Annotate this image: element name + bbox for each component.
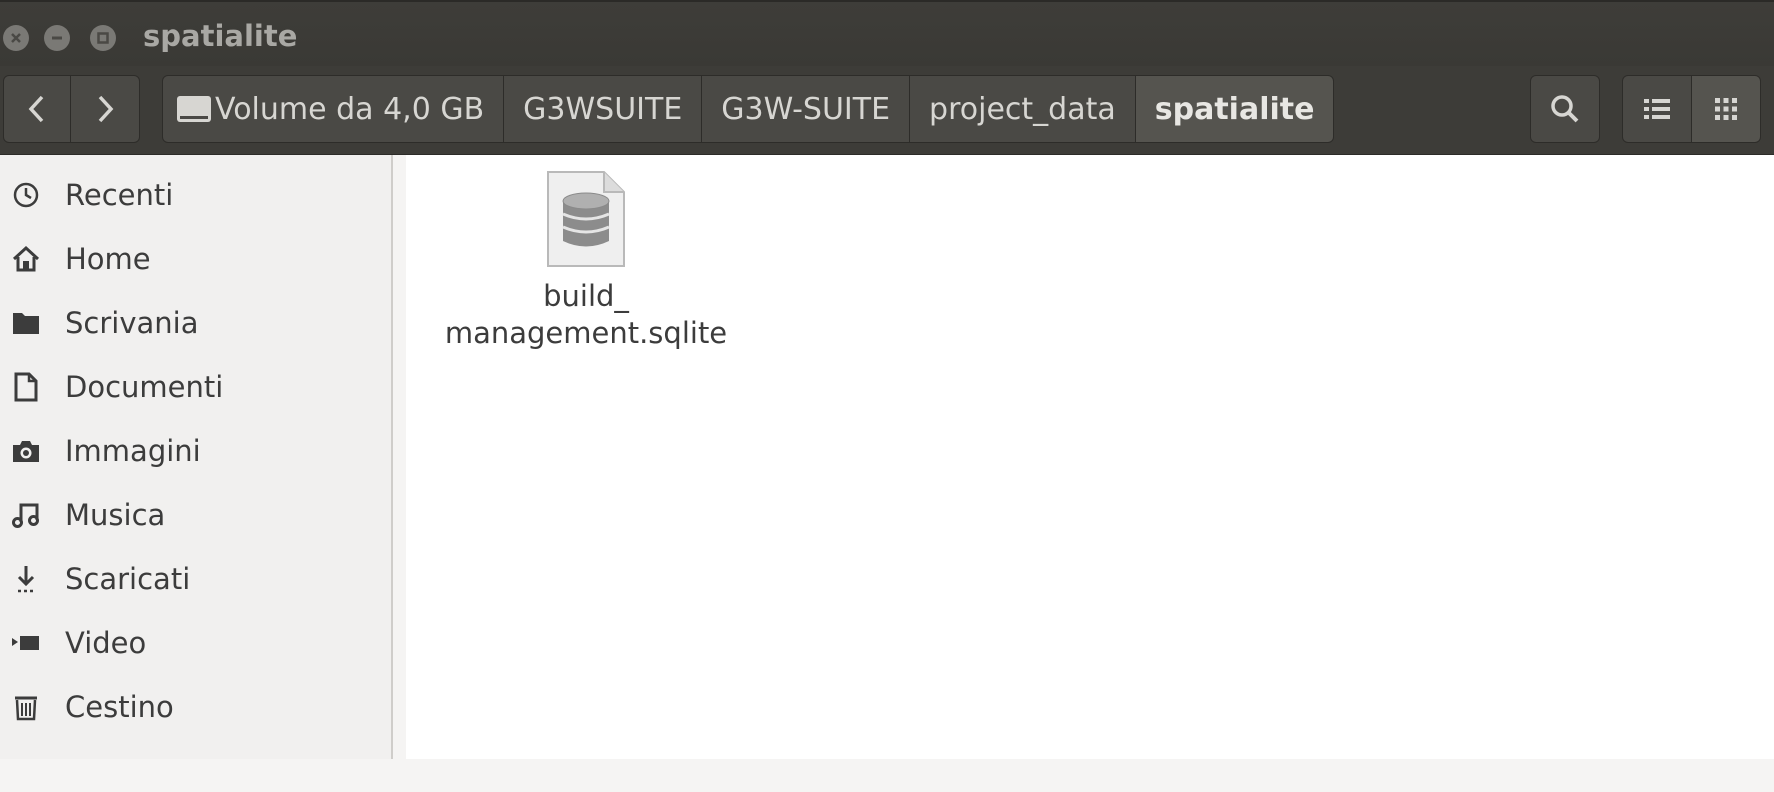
- breadcrumb-g3w-suite[interactable]: G3W-SUITE: [702, 75, 911, 143]
- sidebar-item-label: Cestino: [65, 690, 174, 724]
- breadcrumb-spatialite[interactable]: spatialite: [1135, 75, 1335, 143]
- close-icon: [11, 33, 21, 43]
- sidebar-item-label: Scrivania: [65, 306, 199, 340]
- breadcrumb-label: project_data: [929, 91, 1116, 127]
- breadcrumb-label: G3W-SUITE: [721, 91, 891, 127]
- sidebar-item-musica[interactable]: Musica: [0, 483, 391, 547]
- grid-view-button[interactable]: [1691, 75, 1761, 143]
- camera-icon: [10, 435, 42, 467]
- title-bar: spatialite: [0, 0, 1774, 66]
- search-button[interactable]: [1530, 75, 1600, 143]
- music-icon: [10, 499, 42, 531]
- sidebar-item-scrivania[interactable]: Scrivania: [0, 291, 391, 355]
- breadcrumb-label: spatialite: [1154, 91, 1315, 127]
- back-button[interactable]: [3, 75, 71, 143]
- breadcrumb-project-data[interactable]: project_data: [910, 75, 1136, 143]
- sidebar-item-label: Video: [65, 626, 147, 660]
- minimize-icon: [52, 36, 62, 40]
- search-icon: [1551, 95, 1579, 123]
- breadcrumb: Volume da 4,0 GB G3WSUITE G3W-SUITE proj…: [162, 75, 1335, 143]
- sidebar-item-label: Home: [65, 242, 151, 276]
- home-icon: [10, 243, 42, 275]
- sidebar-item-video[interactable]: Video: [0, 611, 391, 675]
- download-icon: [10, 563, 42, 595]
- sidebar-item-cestino[interactable]: Cestino: [0, 675, 391, 739]
- folder-icon: [10, 307, 42, 339]
- list-view-button[interactable]: [1622, 75, 1692, 143]
- close-window-button[interactable]: [3, 25, 29, 51]
- grid-icon: [1715, 98, 1737, 120]
- file-manager-window: spatialite Volume da 4,0 GB G3WSUITE G3W…: [0, 0, 1774, 792]
- maximize-window-button[interactable]: [90, 25, 116, 51]
- sidebar-item-immagini[interactable]: Immagini: [0, 419, 391, 483]
- video-icon: [10, 627, 42, 659]
- breadcrumb-g3wsuite[interactable]: G3WSUITE: [504, 75, 703, 143]
- chevron-left-icon: [28, 95, 44, 123]
- clock-icon: [10, 179, 42, 211]
- sidebar-item-home[interactable]: Home: [0, 227, 391, 291]
- sidebar-item-label: Recenti: [65, 178, 174, 212]
- breadcrumb-label: Volume da 4,0 GB: [215, 91, 485, 127]
- sidebar-item-label: Documenti: [65, 370, 224, 404]
- list-icon: [1644, 99, 1670, 119]
- forward-button[interactable]: [70, 75, 140, 143]
- minimize-window-button[interactable]: [44, 25, 70, 51]
- sidebar-item-recenti[interactable]: Recenti: [0, 163, 391, 227]
- maximize-icon: [97, 32, 109, 44]
- file-name: build_ management.sqlite: [444, 279, 728, 350]
- sidebar-item-label: Musica: [65, 498, 166, 532]
- sidebar: Recenti Home Scrivania Documenti Immagin…: [0, 155, 393, 759]
- window-bottom-edge: [0, 759, 1774, 792]
- database-file-icon: [547, 171, 625, 267]
- sidebar-item-label: Immagini: [65, 434, 201, 468]
- trash-icon: [10, 691, 42, 723]
- sidebar-item-documenti[interactable]: Documenti: [0, 355, 391, 419]
- breadcrumb-label: G3WSUITE: [523, 91, 683, 127]
- drive-icon: [177, 96, 211, 122]
- sidebar-item-label: Scaricati: [65, 562, 191, 596]
- sidebar-item-scaricati[interactable]: Scaricati: [0, 547, 391, 611]
- breadcrumb-volume[interactable]: Volume da 4,0 GB: [162, 75, 505, 143]
- document-icon: [10, 371, 42, 403]
- toolbar: Volume da 4,0 GB G3WSUITE G3W-SUITE proj…: [0, 66, 1774, 155]
- chevron-right-icon: [98, 95, 114, 123]
- file-view: build_ management.sqlite: [406, 155, 1774, 759]
- window-title: spatialite: [143, 19, 298, 53]
